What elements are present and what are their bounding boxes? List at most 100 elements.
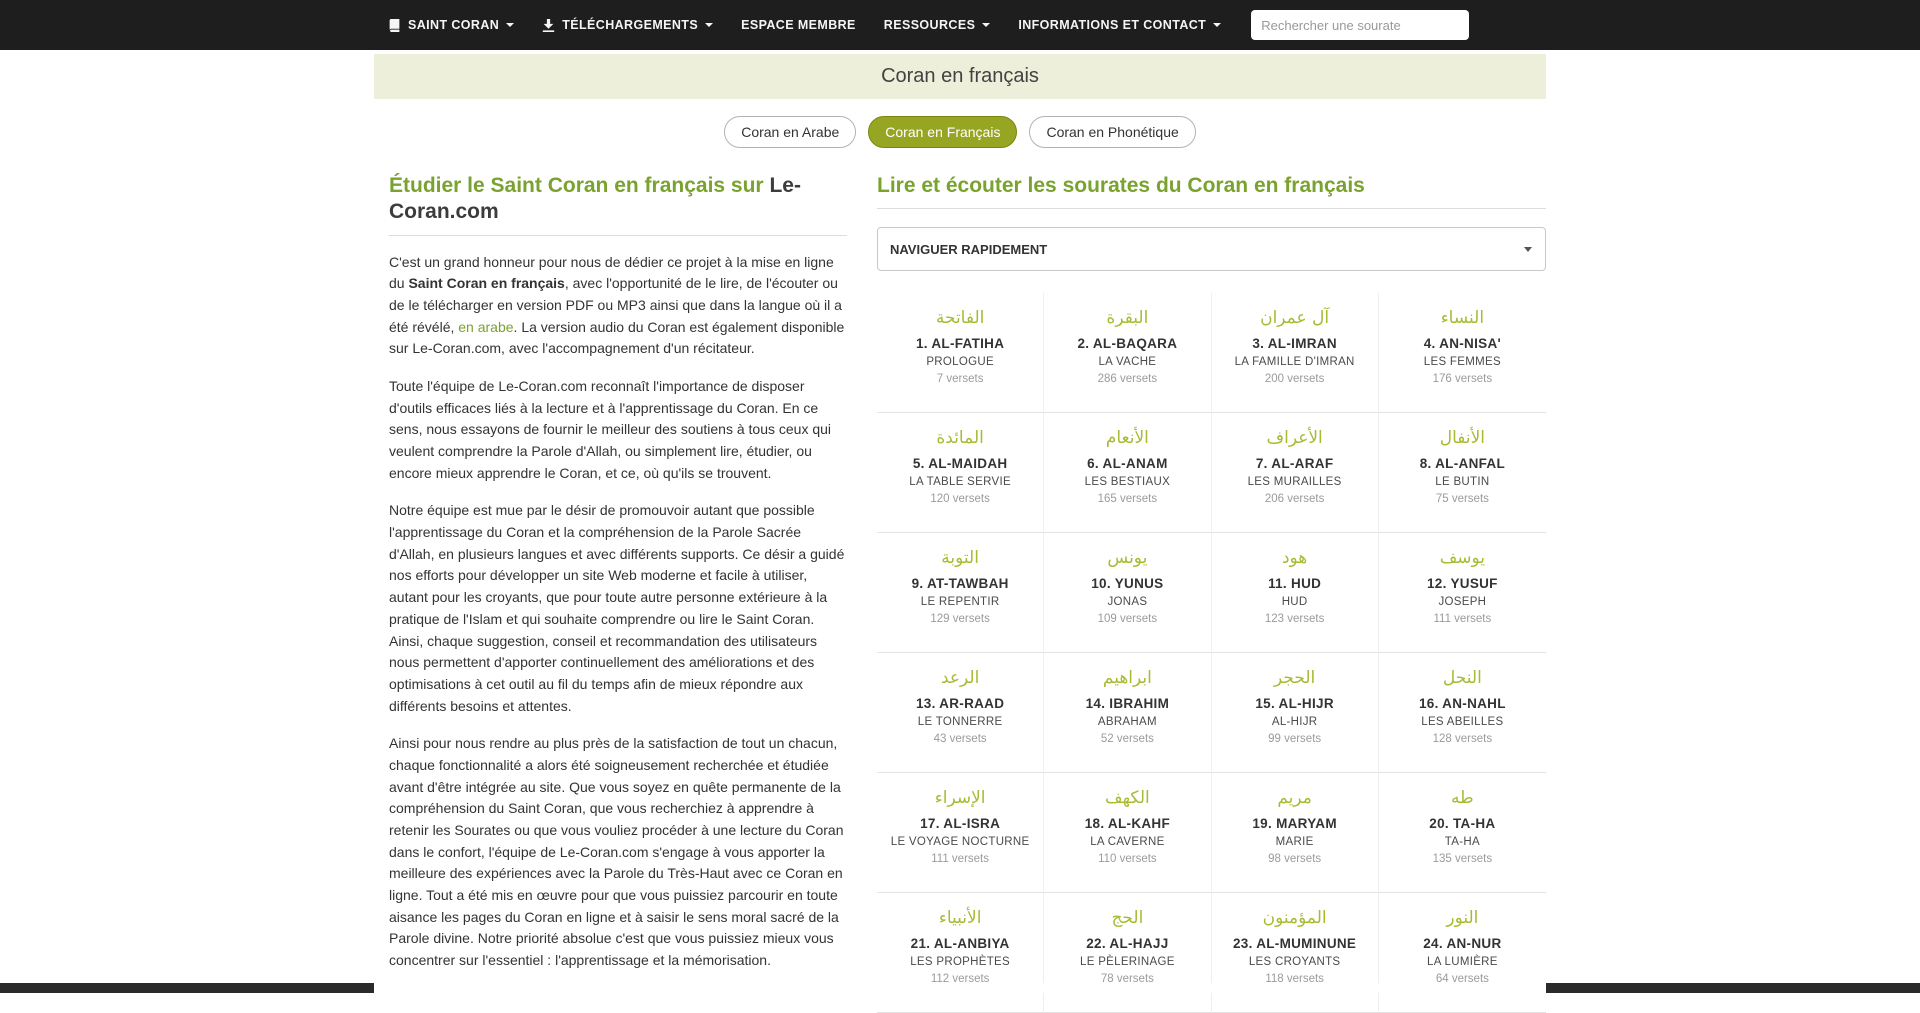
- navbar-inner: SAINT CORAN TÉLÉCHARGEMENTS ESPACE MEMBR…: [374, 0, 1546, 50]
- sourate-french-name: JOSEPH: [1379, 596, 1546, 608]
- intro-paragraphs: C'est un grand honneur pour nous de dédi…: [389, 252, 847, 972]
- nav-item-telechargements[interactable]: TÉLÉCHARGEMENTS: [528, 0, 727, 50]
- sourate-arabic-name: النحل: [1379, 668, 1546, 689]
- sourate-french-name: LES FEMMES: [1379, 356, 1546, 368]
- nav-item-label: SAINT CORAN: [408, 18, 499, 32]
- sourate-verse-count: 176 versets: [1379, 373, 1546, 385]
- sourate-cell[interactable]: طه 20. TA-HA TA-HA 135 versets: [1379, 773, 1546, 893]
- sourate-name: 18. AL-KAHF: [1044, 816, 1210, 831]
- sourate-verse-count: 286 versets: [1044, 373, 1210, 385]
- sourate-cell[interactable]: الحجر 15. AL-HIJR AL-HIJR 99 versets: [1212, 653, 1379, 773]
- sourate-name: 21. AL-ANBIYA: [877, 936, 1043, 951]
- sourate-verse-count: 111 versets: [1379, 613, 1546, 625]
- sourate-verse-count: 206 versets: [1212, 493, 1378, 505]
- caret-down-icon: [1213, 23, 1221, 27]
- version-tab[interactable]: Coran en Français: [868, 116, 1017, 148]
- sourate-arabic-name: الكهف: [1044, 788, 1210, 809]
- sourate-name: 9. AT-TAWBAH: [877, 576, 1043, 591]
- sourate-cell[interactable]: المؤمنون 23. AL-MUMINUNE LES CROYANTS 11…: [1212, 893, 1379, 1013]
- sourate-french-name: LES CROYANTS: [1212, 956, 1378, 968]
- quick-nav-select-wrap: NAVIGUER RAPIDEMENT: [877, 227, 1546, 271]
- intro-paragraph: Notre équipe est mue par le désir de pro…: [389, 500, 847, 717]
- sourate-arabic-name: يونس: [1044, 548, 1210, 569]
- sourate-french-name: HUD: [1212, 596, 1378, 608]
- nav-item-informations-contact[interactable]: INFORMATIONS ET CONTACT: [1004, 0, 1235, 50]
- nav-item-ressources[interactable]: RESSOURCES: [870, 0, 1005, 50]
- sourate-cell[interactable]: الكهف 18. AL-KAHF LA CAVERNE 110 versets: [1044, 773, 1211, 893]
- sourate-cell[interactable]: الأعراف 7. AL-ARAF LES MURAILLES 206 ver…: [1212, 413, 1379, 533]
- quick-nav-select[interactable]: NAVIGUER RAPIDEMENT: [877, 227, 1546, 271]
- sourate-cell[interactable]: مريم 19. MARYAM MARIE 98 versets: [1212, 773, 1379, 893]
- sourate-arabic-name: المائدة: [877, 428, 1043, 449]
- sourate-cell[interactable]: الإسراء 17. AL-ISRA LE VOYAGE NOCTURNE 1…: [877, 773, 1044, 893]
- bold-text: Saint Coran en français: [408, 275, 564, 291]
- version-tab[interactable]: Coran en Arabe: [724, 116, 856, 148]
- sourate-arabic-name: الأعراف: [1212, 428, 1378, 449]
- sourate-verse-count: 109 versets: [1044, 613, 1210, 625]
- paragraph-text: Ainsi pour nous rendre au plus près de l…: [389, 735, 844, 968]
- sourate-cell[interactable]: ابراهيم 14. IBRAHIM ABRAHAM 52 versets: [1044, 653, 1211, 773]
- search-input[interactable]: [1251, 10, 1469, 40]
- sourate-arabic-name: الأنفال: [1379, 428, 1546, 449]
- sourate-french-name: LA LUMIÈRE: [1379, 956, 1546, 968]
- sourate-french-name: TA-HA: [1379, 836, 1546, 848]
- sourate-french-name: PROLOGUE: [877, 356, 1043, 368]
- sourate-french-name: LE TONNERRE: [877, 716, 1043, 728]
- nav-item-label: INFORMATIONS ET CONTACT: [1018, 18, 1206, 32]
- sourate-name: 22. AL-HAJJ: [1044, 936, 1210, 951]
- sourate-cell[interactable]: آل عمران 3. AL-IMRAN LA FAMILLE D'IMRAN …: [1212, 293, 1379, 413]
- sourate-name: 14. IBRAHIM: [1044, 696, 1210, 711]
- sourate-cell[interactable]: الأنعام 6. AL-ANAM LES BESTIAUX 165 vers…: [1044, 413, 1211, 533]
- sourate-cell[interactable]: النور 24. AN-NUR LA LUMIÈRE 64 versets: [1379, 893, 1546, 1013]
- divider: [877, 208, 1546, 209]
- sourate-french-name: LE VOYAGE NOCTURNE: [877, 836, 1043, 848]
- nav-item-espace-membre[interactable]: ESPACE MEMBRE: [727, 0, 870, 50]
- sourate-cell[interactable]: البقرة 2. AL-BAQARA LA VACHE 286 versets: [1044, 293, 1211, 413]
- sourate-french-name: ABRAHAM: [1044, 716, 1210, 728]
- intro-heading-green: Étudier le Saint Coran en français sur: [389, 174, 764, 197]
- sourate-arabic-name: يوسف: [1379, 548, 1546, 569]
- sourate-verse-count: 165 versets: [1044, 493, 1210, 505]
- caret-down-icon: [705, 23, 713, 27]
- footer-edge: [0, 983, 1920, 993]
- sourate-verse-count: 75 versets: [1379, 493, 1546, 505]
- sourate-cell[interactable]: التوبة 9. AT-TAWBAH LE REPENTIR 129 vers…: [877, 533, 1044, 653]
- sourate-french-name: LA TABLE SERVIE: [877, 476, 1043, 488]
- sourate-cell[interactable]: الحج 22. AL-HAJJ LE PÈLERINAGE 78 verset…: [1044, 893, 1211, 1013]
- sourate-cell[interactable]: المائدة 5. AL-MAIDAH LA TABLE SERVIE 120…: [877, 413, 1044, 533]
- sourate-verse-count: 98 versets: [1212, 853, 1378, 865]
- sourate-arabic-name: الفاتحة: [877, 308, 1043, 329]
- sourate-name: 19. MARYAM: [1212, 816, 1378, 831]
- sourate-arabic-name: المؤمنون: [1212, 908, 1378, 929]
- sourate-name: 4. AN-NISA': [1379, 336, 1546, 351]
- sourate-cell[interactable]: الأنفال 8. AL-ANFAL LE BUTIN 75 versets: [1379, 413, 1546, 533]
- sourate-french-name: LE REPENTIR: [877, 596, 1043, 608]
- sourates-heading: Lire et écouter les sourates du Coran en…: [877, 173, 1546, 199]
- sourate-cell[interactable]: النساء 4. AN-NISA' LES FEMMES 176 verset…: [1379, 293, 1546, 413]
- sourate-arabic-name: الأنعام: [1044, 428, 1210, 449]
- sourate-cell[interactable]: الفاتحة 1. AL-FATIHA PROLOGUE 7 versets: [877, 293, 1044, 413]
- sourate-name: 2. AL-BAQARA: [1044, 336, 1210, 351]
- sourate-verse-count: 52 versets: [1044, 733, 1210, 745]
- caret-down-icon: [982, 23, 990, 27]
- sourates-column: Lire et écouter les sourates du Coran en…: [862, 173, 1546, 1013]
- sourate-verse-count: 129 versets: [877, 613, 1043, 625]
- sourate-arabic-name: الحج: [1044, 908, 1210, 929]
- sourate-name: 1. AL-FATIHA: [877, 336, 1043, 351]
- intro-column: Étudier le Saint Coran en français sur L…: [374, 173, 862, 1013]
- sourate-cell[interactable]: يونس 10. YUNUS JONAS 109 versets: [1044, 533, 1211, 653]
- nav-item-saint-coran[interactable]: SAINT CORAN: [374, 0, 528, 50]
- sourate-cell[interactable]: يوسف 12. YUSUF JOSEPH 111 versets: [1379, 533, 1546, 653]
- sourate-cell[interactable]: الأنبياء 21. AL-ANBIYA LES PROPHÈTES 112…: [877, 893, 1044, 1013]
- sourate-cell[interactable]: هود 11. HUD HUD 123 versets: [1212, 533, 1379, 653]
- sourate-french-name: MARIE: [1212, 836, 1378, 848]
- sourate-name: 7. AL-ARAF: [1212, 456, 1378, 471]
- sourate-cell[interactable]: الرعد 13. AR-RAAD LE TONNERRE 43 versets: [877, 653, 1044, 773]
- sourate-french-name: LES MURAILLES: [1212, 476, 1378, 488]
- inline-text-link[interactable]: en arabe: [458, 319, 513, 335]
- version-tab[interactable]: Coran en Phonétique: [1029, 116, 1195, 148]
- sourate-cell[interactable]: النحل 16. AN-NAHL LES ABEILLES 128 verse…: [1379, 653, 1546, 773]
- sourate-name: 20. TA-HA: [1379, 816, 1546, 831]
- sourate-name: 10. YUNUS: [1044, 576, 1210, 591]
- version-tabs: Coran en Arabe Coran en Français Coran e…: [374, 116, 1546, 148]
